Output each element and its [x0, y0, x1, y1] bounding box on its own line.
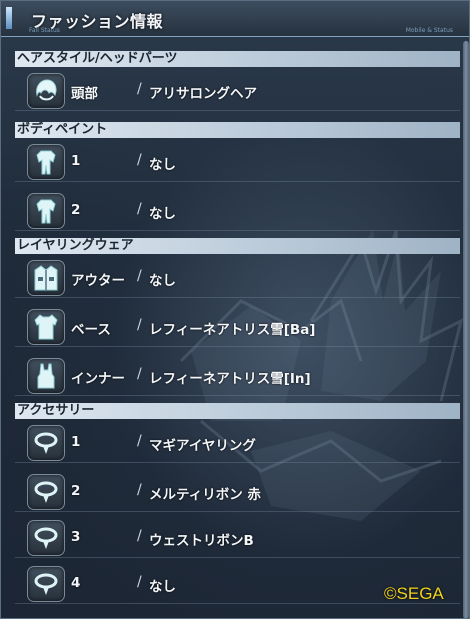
separator-slash: /: [137, 366, 142, 382]
separator-slash: /: [137, 152, 142, 168]
fashion-row[interactable]: 1 / マギアイヤリング: [15, 423, 460, 463]
fashion-row[interactable]: ベース / レフィーネアトリス雪[Ba]: [15, 307, 460, 347]
separator-slash: /: [137, 201, 142, 217]
item-value: レフィーネアトリス雪[Ba]: [149, 322, 316, 338]
separator-slash: /: [137, 482, 142, 498]
item-label: 1: [71, 434, 81, 450]
outer-jacket-icon: [27, 260, 65, 296]
separator-slash: /: [137, 81, 142, 97]
base-shirt-icon: [27, 309, 65, 345]
scrollbar[interactable]: [463, 41, 469, 618]
section-header-layering-wear: レイヤリングウェア: [15, 238, 460, 254]
accessory-icon: [27, 566, 65, 602]
title-tag-right: Mobile & Status: [405, 27, 453, 34]
item-value: ウェストリボンB: [149, 533, 254, 549]
item-label: アウター: [71, 273, 125, 289]
item-value: なし: [149, 273, 176, 289]
hair-icon: [27, 73, 65, 109]
body-paint-icon: [27, 144, 65, 180]
separator-slash: /: [137, 268, 142, 284]
fashion-row[interactable]: インナー / レフィーネアトリス雪[In]: [15, 356, 460, 396]
section-header-hair: ヘアスタイル/ヘッドパーツ: [15, 51, 460, 67]
fashion-info-window: ファッション情報 Fall Status Mobile & Status ヘアス…: [0, 0, 470, 619]
separator-slash: /: [137, 574, 142, 590]
item-label: 2: [71, 202, 81, 218]
item-label: 頭部: [71, 86, 98, 102]
item-value: なし: [149, 206, 176, 222]
fashion-row[interactable]: 3 / ウェストリボンB: [15, 518, 460, 558]
section-header-body-paint: ボディペイント: [15, 122, 460, 138]
separator-slash: /: [137, 528, 142, 544]
item-label: 3: [71, 529, 81, 545]
fashion-row[interactable]: 1 / なし: [15, 142, 460, 182]
item-label: 2: [71, 483, 81, 499]
body-paint-icon: [27, 193, 65, 229]
separator-slash: /: [137, 317, 142, 333]
title-tag-left: Fall Status: [29, 27, 60, 34]
accessory-icon: [27, 520, 65, 556]
copyright-text: ©SEGA: [384, 584, 444, 603]
title-accent-bar: [6, 7, 12, 29]
accessory-icon: [27, 474, 65, 510]
item-label: 4: [71, 575, 81, 591]
accessory-icon: [27, 425, 65, 461]
item-value: メルティリボン 赤: [149, 487, 261, 503]
section-header-accessories: アクセサリー: [15, 403, 460, 419]
item-value: マギアイヤリング: [149, 438, 256, 454]
item-value: なし: [149, 157, 176, 173]
item-label: ベース: [71, 322, 111, 338]
item-label: 1: [71, 153, 81, 169]
item-value: なし: [149, 579, 176, 595]
item-value: レフィーネアトリス雪[In]: [149, 371, 311, 387]
inner-tank-icon: [27, 358, 65, 394]
separator-slash: /: [137, 433, 142, 449]
item-value: アリサロングヘア: [149, 86, 257, 102]
fashion-row[interactable]: アウター / なし: [15, 258, 460, 298]
fashion-row[interactable]: 2 / メルティリボン 赤: [15, 472, 460, 512]
window-titlebar: ファッション情報 Fall Status Mobile & Status: [1, 1, 469, 37]
item-label: インナー: [71, 371, 125, 387]
fashion-row[interactable]: 頭部 / アリサロングヘア: [15, 71, 460, 111]
fashion-row[interactable]: 2 / なし: [15, 191, 460, 231]
